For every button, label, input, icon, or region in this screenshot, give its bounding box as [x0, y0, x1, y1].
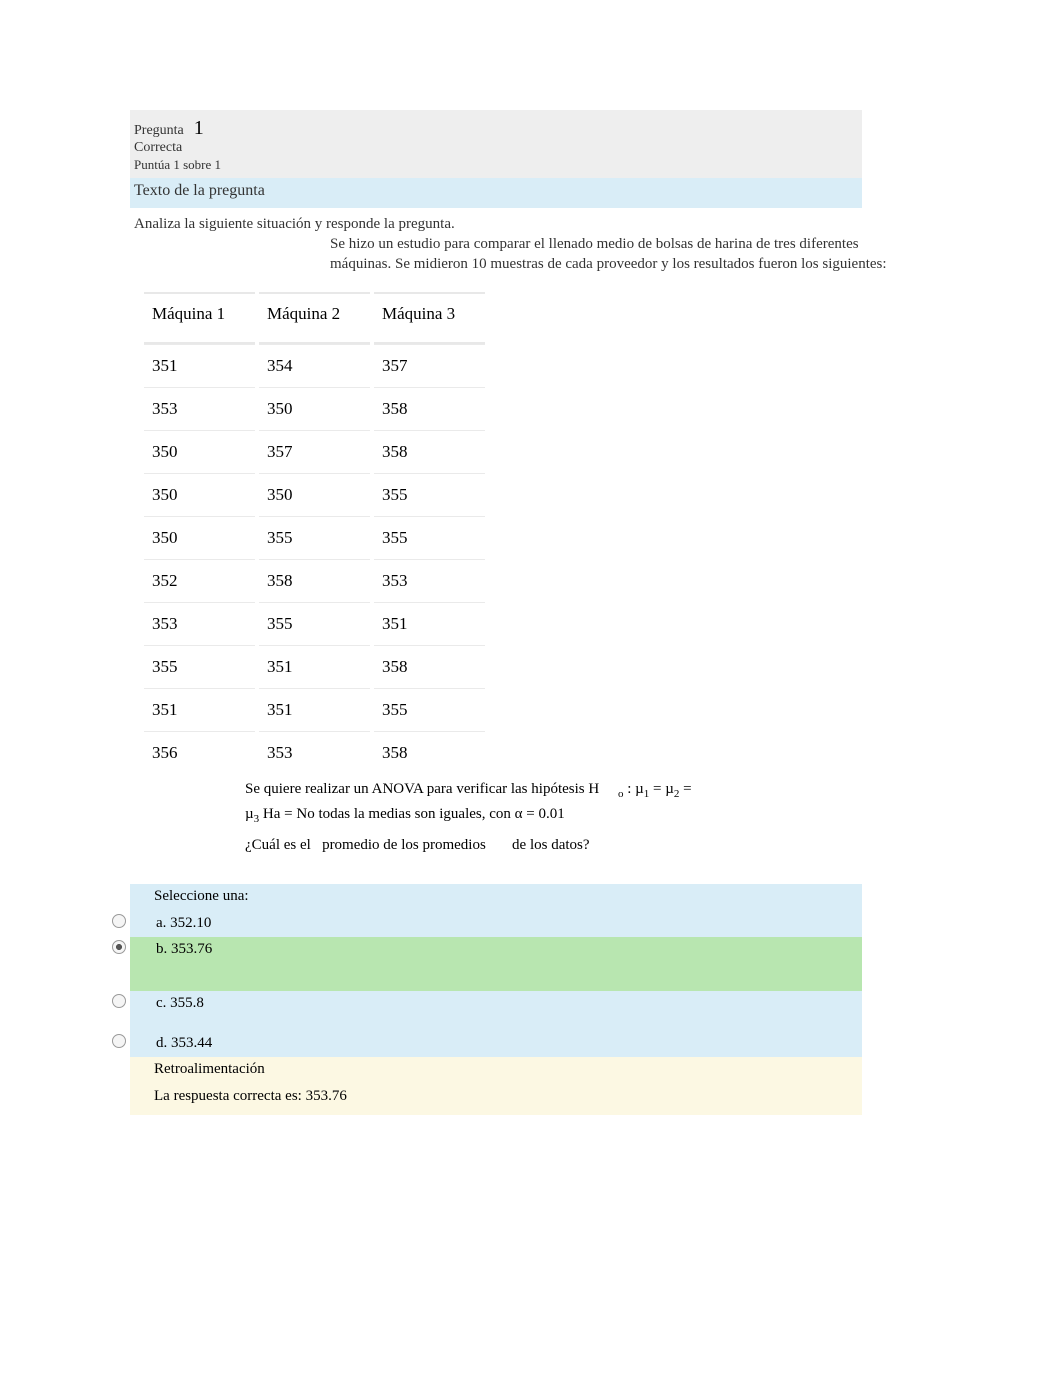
hypothesis-text: Se quiere realizar un ANOVA para verific… [0, 778, 1062, 827]
table-cell: 352 [144, 559, 255, 602]
table-row: 350350355 [144, 473, 485, 516]
option-c-text: c. 355.8 [130, 995, 204, 1012]
radio-icon[interactable] [112, 994, 128, 1010]
spacer [130, 963, 862, 991]
data-table: Máquina 1 Máquina 2 Máquina 3 3513543573… [140, 292, 489, 774]
table-cell: 358 [374, 387, 485, 430]
option-c[interactable]: c. 355.8 [130, 991, 862, 1017]
table-cell: 354 [259, 344, 370, 387]
instruction-text: Analiza la siguiente situación y respond… [0, 208, 1062, 233]
table-cell: 353 [259, 731, 370, 774]
answers-section: Seleccione una: a. 352.10 b. 353.76 c. 3… [130, 884, 862, 1115]
table-cell: 357 [374, 344, 485, 387]
table-row: 352358353 [144, 559, 485, 602]
table-cell: 356 [144, 731, 255, 774]
table-cell: 351 [144, 344, 255, 387]
table-row: 356353358 [144, 731, 485, 774]
option-b-text: b. 353.76 [130, 941, 212, 958]
table-cell: 350 [144, 516, 255, 559]
table-cell: 358 [374, 430, 485, 473]
table-cell: 351 [374, 602, 485, 645]
question-prompt: ¿Cuál es el promedio de los promedios de… [0, 837, 1062, 854]
question-text-header: Texto de la pregunta [130, 178, 862, 208]
table-row: 353355351 [144, 602, 485, 645]
radio-icon[interactable] [112, 940, 128, 956]
table-header: Máquina 2 [259, 292, 370, 344]
table-cell: 351 [259, 645, 370, 688]
table-cell: 355 [374, 473, 485, 516]
select-one-label: Seleccione una: [130, 888, 862, 905]
table-cell: 353 [374, 559, 485, 602]
table-header: Máquina 3 [374, 292, 485, 344]
table-row: 355351358 [144, 645, 485, 688]
study-description: Se hizo un estudio para comparar el llen… [0, 235, 1062, 274]
table-row: 353350358 [144, 387, 485, 430]
option-a-text: a. 352.10 [130, 915, 211, 932]
feedback-header-text: Retroalimentación [130, 1061, 862, 1078]
table-cell: 350 [144, 473, 255, 516]
question-text-label: Texto de la pregunta [130, 182, 862, 200]
table-cell: 355 [144, 645, 255, 688]
table-cell: 355 [374, 516, 485, 559]
table-cell: 351 [144, 688, 255, 731]
table-header: Máquina 1 [144, 292, 255, 344]
table-cell: 350 [144, 430, 255, 473]
spacer [130, 1017, 862, 1031]
table-row: 351354357 [144, 344, 485, 387]
radio-icon[interactable] [112, 1034, 128, 1050]
table-cell: 357 [259, 430, 370, 473]
table-row: 350357358 [144, 430, 485, 473]
table-row: 351351355 [144, 688, 485, 731]
option-d[interactable]: d. 353.44 [130, 1031, 862, 1057]
table-cell: 351 [259, 688, 370, 731]
table-cell: 353 [144, 602, 255, 645]
question-label: Pregunta [134, 123, 184, 138]
option-d-text: d. 353.44 [130, 1035, 212, 1052]
question-header: Pregunta 1 Correcta Puntúa 1 sobre 1 [130, 110, 862, 178]
table-cell: 353 [144, 387, 255, 430]
question-number: 1 [194, 117, 204, 139]
feedback-header: Retroalimentación [130, 1057, 862, 1084]
table-cell: 355 [259, 516, 370, 559]
question-score: Puntúa 1 sobre 1 [130, 157, 862, 173]
feedback-body: La respuesta correcta es: 353.76 [130, 1084, 862, 1115]
table-cell: 355 [374, 688, 485, 731]
table-cell: 350 [259, 387, 370, 430]
table-cell: 358 [374, 645, 485, 688]
table-cell: 355 [259, 602, 370, 645]
question-status: Correcta [130, 140, 862, 157]
table-row: 350355355 [144, 516, 485, 559]
table-cell: 350 [259, 473, 370, 516]
radio-icon[interactable] [112, 914, 128, 930]
feedback-body-text: La respuesta correcta es: 353.76 [130, 1088, 862, 1105]
option-b[interactable]: b. 353.76 [130, 937, 862, 963]
table-cell: 358 [374, 731, 485, 774]
option-a[interactable]: a. 352.10 [130, 911, 862, 937]
table-cell: 358 [259, 559, 370, 602]
